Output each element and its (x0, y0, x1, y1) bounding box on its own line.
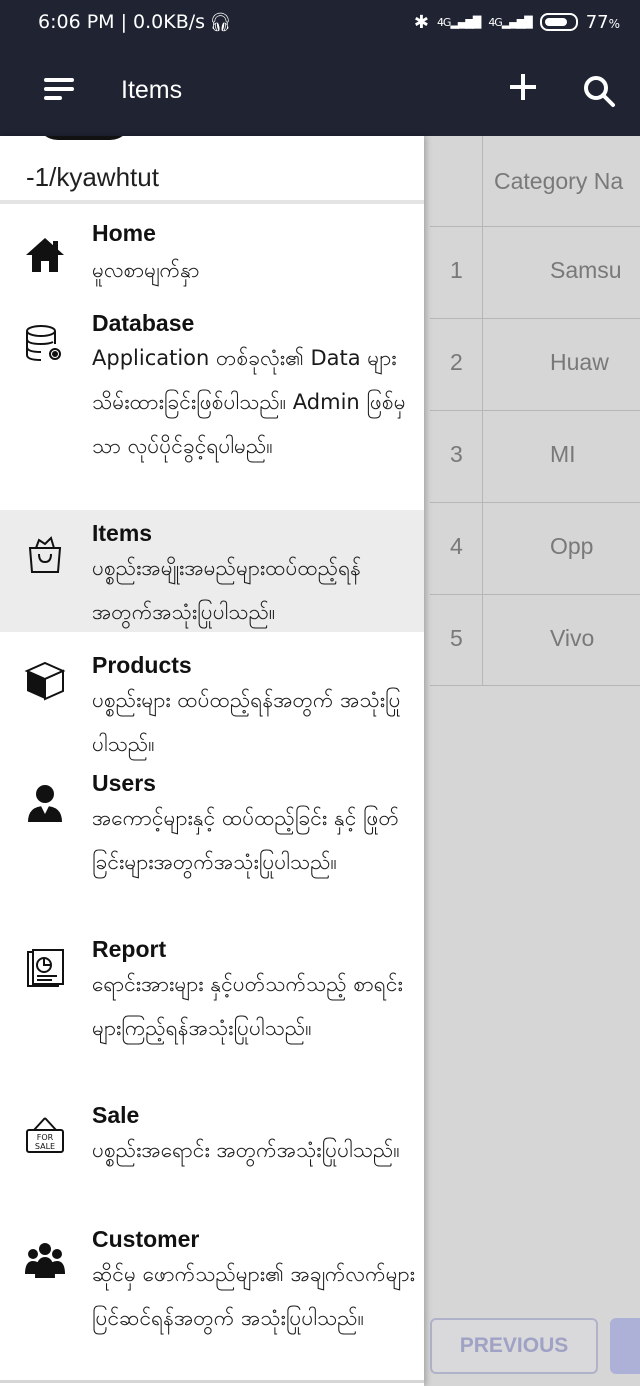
battery-level: 77% (585, 11, 620, 33)
signal-icon-2: 4G▂▄▆█ (488, 15, 532, 29)
box-icon (24, 660, 66, 702)
avatar (36, 136, 132, 140)
sidebar-item-items[interactable]: Items ပစ္စည်းအမျိုးအမည်များထပ်ထည့်ရန်အတွ… (0, 510, 424, 632)
sidebar-item-database[interactable]: Database Application တစ်ခုလုံး၏ Data မျာ… (0, 304, 424, 508)
sidebar-item-description: အကောင့်များနှင့် ထပ်ထည့်ခြင်း နှင့် ဖြုတ… (92, 806, 399, 874)
home-icon (24, 234, 66, 276)
sidebar-item-title: Report (92, 936, 167, 962)
battery-icon (539, 13, 578, 31)
sidebar-item-title: Sale (92, 1102, 140, 1128)
database-settings-icon (24, 324, 66, 366)
sidebar-item-description: မူလစာမျက်နှာ (92, 258, 200, 282)
report-icon (24, 948, 66, 990)
sidebar-item-products[interactable]: Products ပစ္စည်းများ ထပ်ထည့်ရန်အတွက် အသု… (0, 640, 424, 758)
drawer-username: -1/kyawhtut (26, 162, 159, 192)
sidebar-item-description: ပစ္စည်းအရောင်း အတွက်အသုံးပြုပါသည်။ (92, 1138, 400, 1162)
signal-icon: 4G▂▄▆█ (436, 15, 481, 29)
sidebar-item-report[interactable]: Report ရောင်းအားများ နှင့်ပတ်သက်သည့် စာရ… (0, 930, 424, 1094)
sidebar-item-users[interactable]: Users အကောင့်များနှင့် ထပ်ထည့်ခြင်း နှင့… (0, 764, 424, 922)
status-left: 6:06 PM | 0.0KB/s 🎧︎ (38, 11, 232, 33)
sidebar-item-title: Items (92, 520, 153, 546)
status-right: ✱ 4G▂▄▆█ 4G▂▄▆█ 77% (414, 12, 620, 33)
sidebar-item-title: Database (92, 310, 195, 336)
menu-icon[interactable] (44, 78, 76, 100)
customers-icon (24, 1240, 66, 1282)
shopping-bag-icon (24, 534, 66, 576)
app-bar: Items (0, 44, 640, 136)
navigation-drawer: -1/kyawhtut Home မူလစာမျက်နှာ Database A… (0, 136, 424, 1386)
for-sale-sign-icon: FOR SALE (24, 1116, 66, 1158)
sidebar-item-description: ရောင်းအားများ နှင့်ပတ်သက်သည့် စာရင်းများ… (92, 972, 403, 1040)
bluetooth-icon: ✱ (413, 11, 429, 33)
sidebar-item-customer[interactable]: Customer ဆိုင်မှ ဖောက်သည်များ၏ အချက်လက်မ… (0, 1222, 424, 1378)
sidebar-item-title: Home (92, 220, 156, 246)
sidebar-item-title: Products (92, 652, 192, 678)
sidebar-item-title: Customer (92, 1226, 200, 1252)
search-icon[interactable] (582, 74, 616, 108)
add-icon[interactable] (508, 72, 538, 106)
sidebar-item-description: ပစ္စည်းများ ထပ်ထည့်ရန်အတွက် အသုံးပြုပါသည… (92, 688, 401, 756)
status-bar: 6:06 PM | 0.0KB/s 🎧︎ ✱ 4G▂▄▆█ 4G▂▄▆█ 77% (0, 0, 640, 44)
user-icon (24, 782, 66, 824)
svg-text:SALE: SALE (35, 1142, 55, 1151)
drawer-header-divider (0, 200, 424, 204)
sidebar-item-description: Application တစ်ခုလုံး၏ Data များသိမ်းထား… (92, 346, 406, 458)
drawer-scrim[interactable] (424, 136, 640, 1386)
drawer-bottom-divider (0, 1380, 424, 1383)
page-title: Items (121, 76, 183, 104)
sidebar-item-description: ပစ္စည်းအမျိုးအမည်များထပ်ထည့်ရန်အတွက်အသုံ… (92, 556, 362, 624)
svg-text:FOR: FOR (37, 1133, 54, 1142)
headphones-icon: 🎧︎ (209, 11, 232, 33)
sidebar-item-home[interactable]: Home မူလစာမျက်နှာ (0, 208, 424, 298)
sidebar-item-sale[interactable]: FOR SALE Sale ပစ္စည်းအရောင်း အတွက်အသုံးပြ… (0, 1100, 424, 1216)
sidebar-item-title: Users (92, 770, 156, 796)
sidebar-item-description: ဆိုင်မှ ဖောက်သည်များ၏ အချက်လက်များ ပြင်ဆ… (92, 1262, 415, 1330)
status-time-network: 6:06 PM | 0.0KB/s (38, 11, 206, 33)
